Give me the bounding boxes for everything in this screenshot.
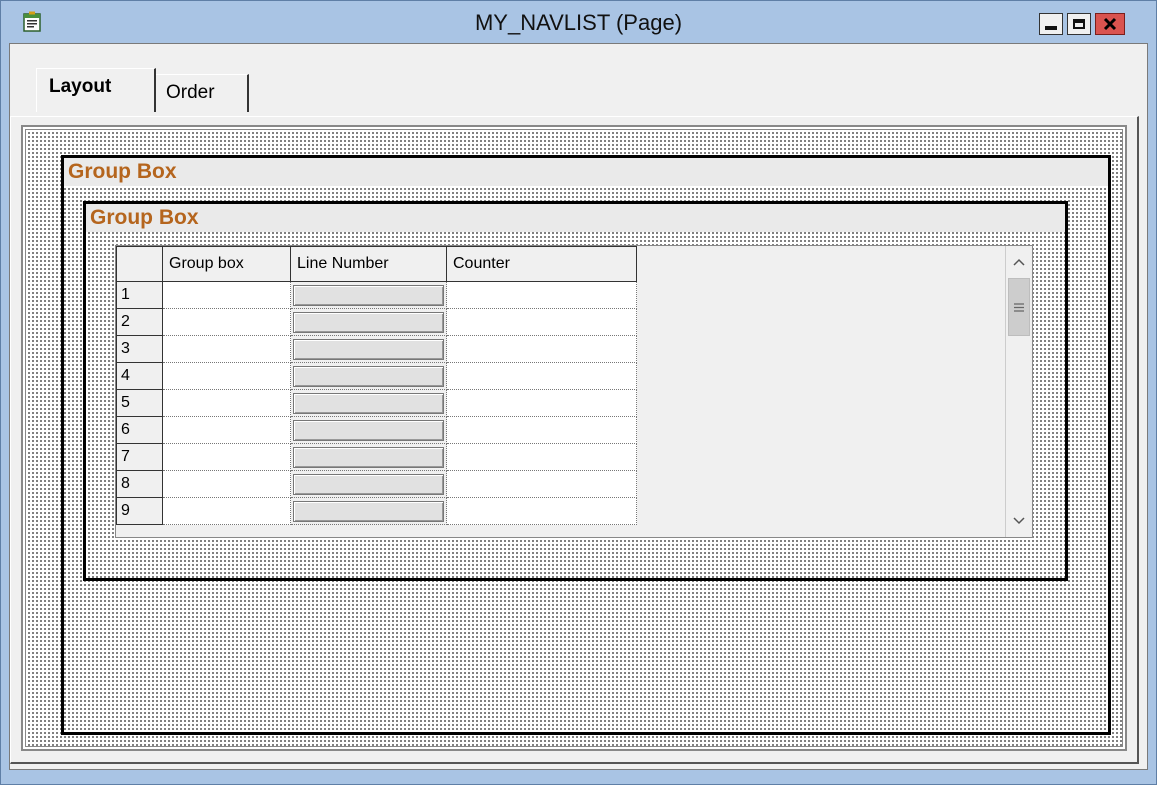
cell-line-number — [290, 497, 447, 525]
table-row: 3 — [116, 335, 637, 363]
maximize-button[interactable] — [1067, 13, 1091, 35]
minimize-button[interactable] — [1039, 13, 1063, 35]
line-number-button[interactable] — [293, 311, 444, 333]
cell-counter[interactable] — [446, 308, 637, 336]
inner-group-box[interactable]: Group Box Group box Line Number Counter — [83, 201, 1068, 581]
row-number[interactable]: 3 — [116, 335, 163, 363]
cell-counter[interactable] — [446, 470, 637, 498]
cell-counter[interactable] — [446, 443, 637, 471]
title-bar[interactable]: MY_NAVLIST (Page) — [1, 1, 1156, 43]
table-row: 4 — [116, 362, 637, 390]
line-number-button[interactable] — [293, 500, 444, 522]
cell-counter[interactable] — [446, 362, 637, 390]
tab-order[interactable]: Order — [153, 74, 249, 112]
row-number[interactable]: 8 — [116, 470, 163, 498]
maximize-icon — [1073, 19, 1085, 29]
design-canvas[interactable]: Group Box Group Box Group box Line Numbe… — [21, 125, 1127, 751]
table-row: 1 — [116, 281, 637, 309]
inner-group-box-title: Group Box — [86, 204, 1065, 232]
window-title: MY_NAVLIST (Page) — [474, 10, 683, 35]
table-row: 6 — [116, 416, 637, 444]
cell-group-box[interactable] — [162, 497, 291, 525]
grip-icon — [1014, 302, 1024, 312]
cell-group-box[interactable] — [162, 362, 291, 390]
row-number[interactable]: 6 — [116, 416, 163, 444]
scroll-up-button[interactable] — [1006, 250, 1032, 274]
chevron-up-icon — [1013, 258, 1025, 266]
row-number[interactable]: 1 — [116, 281, 163, 309]
grid-control[interactable]: Group box Line Number Counter 123456789 — [115, 245, 1033, 538]
grid-table: Group box Line Number Counter 123456789 — [116, 246, 637, 525]
table-row: 5 — [116, 389, 637, 417]
cell-counter[interactable] — [446, 497, 637, 525]
table-row: 2 — [116, 308, 637, 336]
cell-line-number — [290, 362, 447, 390]
cell-line-number — [290, 416, 447, 444]
cell-line-number — [290, 281, 447, 309]
minimize-icon — [1045, 26, 1057, 30]
table-row: 8 — [116, 470, 637, 498]
line-number-button[interactable] — [293, 284, 444, 306]
line-number-button[interactable] — [293, 446, 444, 468]
close-icon — [1103, 17, 1117, 31]
cell-line-number — [290, 335, 447, 363]
scroll-down-button[interactable] — [1006, 509, 1032, 533]
outer-group-box[interactable]: Group Box Group Box Group box Line Numbe… — [61, 155, 1111, 735]
grid-header-row: Group box Line Number Counter — [116, 246, 637, 282]
outer-group-box-title: Group Box — [64, 158, 1108, 186]
cell-group-box[interactable] — [162, 470, 291, 498]
cell-counter[interactable] — [446, 416, 637, 444]
line-number-button[interactable] — [293, 419, 444, 441]
page-client-area: Layout Order Group Box Group Box Group b… — [9, 43, 1148, 770]
row-header-corner — [116, 246, 163, 282]
line-number-button[interactable] — [293, 365, 444, 387]
row-number[interactable]: 4 — [116, 362, 163, 390]
line-number-button[interactable] — [293, 392, 444, 414]
cell-group-box[interactable] — [162, 281, 291, 309]
column-header-counter[interactable]: Counter — [446, 246, 637, 282]
row-number[interactable]: 2 — [116, 308, 163, 336]
cell-counter[interactable] — [446, 389, 637, 417]
app-window: MY_NAVLIST (Page) Layout Order Group Box… — [0, 0, 1157, 785]
grid-body: 123456789 — [116, 281, 637, 525]
row-number[interactable]: 9 — [116, 497, 163, 525]
line-number-button[interactable] — [293, 338, 444, 360]
cell-group-box[interactable] — [162, 389, 291, 417]
table-row: 9 — [116, 497, 637, 525]
scroll-thumb[interactable] — [1008, 278, 1030, 336]
column-header-group-box[interactable]: Group box — [162, 246, 291, 282]
cell-counter[interactable] — [446, 335, 637, 363]
row-number[interactable]: 5 — [116, 389, 163, 417]
line-number-button[interactable] — [293, 473, 444, 495]
chevron-down-icon — [1013, 517, 1025, 525]
cell-line-number — [290, 308, 447, 336]
cell-line-number — [290, 470, 447, 498]
tab-layout[interactable]: Layout — [36, 68, 156, 112]
cell-group-box[interactable] — [162, 308, 291, 336]
cell-line-number — [290, 443, 447, 471]
close-button[interactable] — [1095, 13, 1125, 35]
column-header-line-number[interactable]: Line Number — [290, 246, 447, 282]
cell-group-box[interactable] — [162, 335, 291, 363]
cell-group-box[interactable] — [162, 443, 291, 471]
cell-line-number — [290, 389, 447, 417]
cell-group-box[interactable] — [162, 416, 291, 444]
cell-counter[interactable] — [446, 281, 637, 309]
table-row: 7 — [116, 443, 637, 471]
tab-panel: Group Box Group Box Group box Line Numbe… — [10, 116, 1139, 764]
vertical-scrollbar[interactable] — [1005, 246, 1032, 537]
row-number[interactable]: 7 — [116, 443, 163, 471]
